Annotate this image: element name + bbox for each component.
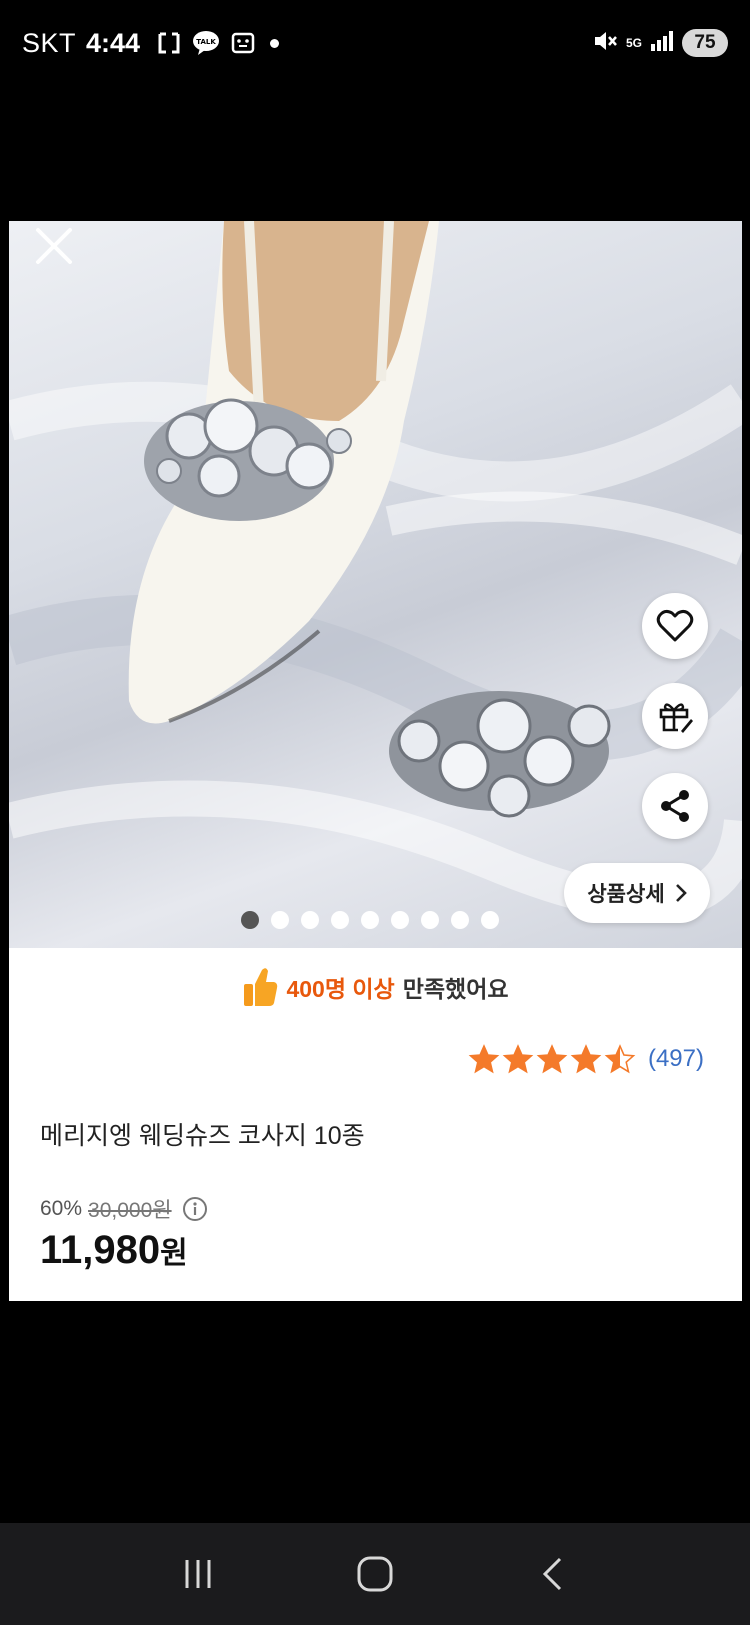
chevron-right-icon [675, 884, 687, 902]
status-bar: SKT 4:44 TALK 5G 75 [0, 0, 750, 86]
carousel-dot[interactable] [241, 911, 259, 929]
recent-apps-button[interactable] [168, 1544, 228, 1604]
svg-text:TALK: TALK [196, 38, 216, 46]
product-info-panel: 400명 이상 만족했어요 (497) 메리지엥 웨딩슈즈 코사지 10종 60… [9, 948, 742, 1301]
star-icon [604, 1044, 636, 1074]
wishlist-button[interactable] [642, 593, 708, 659]
screenshot-icon [230, 31, 256, 55]
satisfaction-text: 만족했어요 [402, 976, 509, 1002]
product-image-carousel[interactable]: 상품상세 [9, 221, 742, 948]
share-button[interactable] [642, 773, 708, 839]
star-icon [570, 1044, 602, 1074]
carrier-label: SKT [22, 27, 77, 58]
more-notifications-dot [270, 38, 280, 48]
carousel-dot[interactable] [271, 911, 289, 929]
original-price: 30,000원 [88, 1199, 172, 1222]
star-icon [502, 1044, 534, 1074]
original-price-row: 60% 30,000원 [40, 1194, 208, 1224]
bracket-notification-icon [156, 31, 182, 55]
carousel-indicator [241, 911, 499, 929]
sale-price-number: 11,980 [40, 1228, 161, 1272]
back-button[interactable] [522, 1544, 582, 1604]
carousel-dot[interactable] [391, 911, 409, 929]
discount-rate: 60% [40, 1197, 83, 1220]
product-detail-label: 상품상세 [587, 883, 665, 906]
sale-price: 11,980원 [40, 1228, 188, 1273]
share-icon [661, 790, 689, 822]
thumbs-up-icon [244, 968, 278, 1006]
system-navigation-bar [0, 1523, 750, 1625]
recent-apps-icon [185, 1560, 211, 1588]
clock: 4:44 [86, 27, 141, 58]
carousel-dot[interactable] [421, 911, 439, 929]
status-left: SKT 4:44 TALK [22, 27, 280, 59]
notification-icons: TALK [156, 30, 280, 56]
gift-icon [659, 703, 693, 733]
satisfaction-banner: 400명 이상 만족했어요 [9, 966, 742, 1008]
mute-icon [592, 29, 618, 58]
rating-summary[interactable]: (497) [468, 1044, 704, 1074]
product-photo [9, 221, 742, 921]
network-type: 5G [625, 36, 642, 50]
satisfaction-count: 400명 이상 [286, 976, 395, 1002]
carousel-dot[interactable] [331, 911, 349, 929]
home-icon [357, 1556, 393, 1592]
heart-icon [656, 609, 694, 642]
gift-button[interactable] [642, 683, 708, 749]
star-rating [468, 1044, 636, 1074]
carousel-dot[interactable] [481, 911, 499, 929]
star-icon [468, 1044, 500, 1074]
close-icon [36, 228, 72, 264]
carousel-dot[interactable] [451, 911, 469, 929]
home-button[interactable] [345, 1544, 405, 1604]
review-count[interactable]: (497) [648, 1045, 704, 1073]
sale-price-unit: 원 [160, 1237, 188, 1270]
screen: SKT 4:44 TALK 5G 75 상품상세 400명 이상 만족했어요 (… [0, 0, 750, 1625]
price-info-icon[interactable] [182, 1196, 208, 1222]
talk-icon: TALK [192, 30, 220, 56]
close-button[interactable] [31, 223, 77, 269]
carousel-dot[interactable] [361, 911, 379, 929]
carousel-dot[interactable] [301, 911, 319, 929]
status-right: 5G 75 [592, 29, 728, 58]
signal-icon [650, 30, 674, 57]
battery-indicator: 75 [682, 29, 728, 57]
star-icon [536, 1044, 568, 1074]
product-detail-button[interactable]: 상품상세 [564, 863, 710, 923]
product-title: 메리지엥 웨딩슈즈 코사지 10종 [40, 1122, 365, 1150]
loose-brooch [389, 691, 611, 818]
back-icon [542, 1557, 561, 1591]
